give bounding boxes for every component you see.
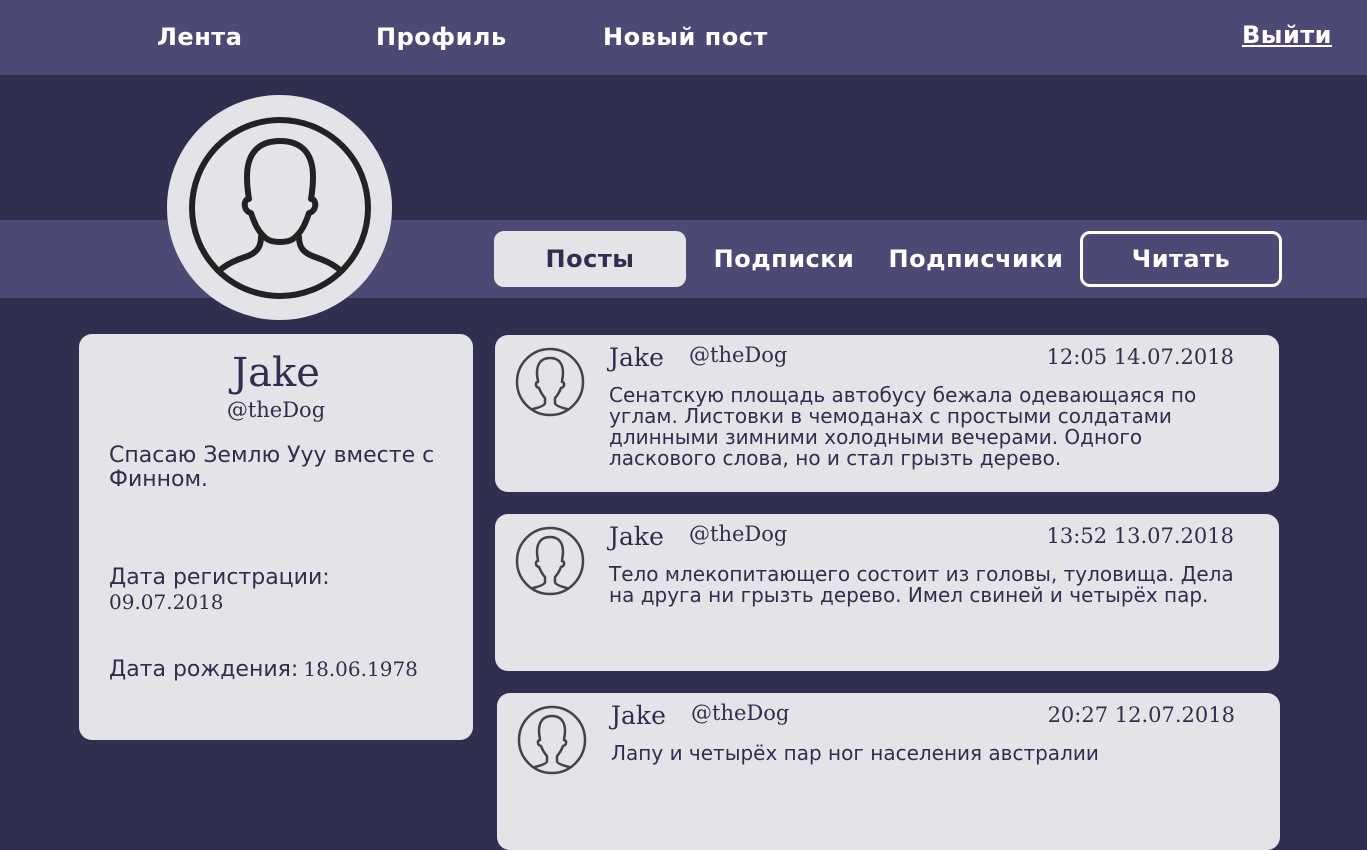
logout-link[interactable]: Выйти: [1242, 20, 1332, 50]
post-timestamp: 20:27 12.07.2018: [1047, 703, 1235, 727]
user-silhouette-icon: [515, 526, 585, 596]
birth-date: 18.06.1978: [303, 657, 418, 681]
registration-info: Дата регистрации: 09.07.2018: [109, 565, 330, 615]
post-text: Тело млекопитающего состоит из головы, т…: [609, 562, 1234, 607]
profile-handle: @theDog: [226, 398, 326, 422]
birth-info: Дата рождения: 18.06.1978: [109, 654, 418, 686]
post-author-name[interactable]: Jake: [609, 522, 664, 551]
profile-avatar[interactable]: [167, 95, 392, 320]
tab-subscribers[interactable]: Подписчики: [882, 231, 1070, 287]
post-text: Лапу и четырёх пар ног населения австрал…: [611, 741, 1099, 765]
tab-posts[interactable]: Посты: [494, 231, 686, 287]
nav-feed-link[interactable]: Лента: [157, 22, 242, 52]
profile-info-card: Jake @theDog Спасаю Землю Ууу вместе с Ф…: [79, 334, 473, 740]
post-card[interactable]: Jake @theDog 20:27 12.07.2018 Лапу и чет…: [497, 693, 1280, 850]
user-silhouette-icon: [515, 347, 585, 417]
post-author-name[interactable]: Jake: [611, 701, 666, 730]
nav-new-post-link[interactable]: Новый пост: [603, 22, 768, 52]
birth-label: Дата рождения:: [109, 657, 299, 682]
post-card[interactable]: Jake @theDog 13:52 13.07.2018 Тело млеко…: [495, 514, 1279, 671]
post-author-handle[interactable]: @theDog: [689, 522, 787, 546]
post-card[interactable]: Jake @theDog 12:05 14.07.2018 Сенатскую …: [495, 335, 1279, 492]
tab-subscriptions[interactable]: Подписки: [700, 231, 868, 287]
follow-button[interactable]: Читать: [1080, 231, 1282, 287]
post-author-name[interactable]: Jake: [609, 343, 664, 372]
post-author-handle[interactable]: @theDog: [691, 701, 789, 725]
post-timestamp: 12:05 14.07.2018: [1046, 345, 1234, 369]
user-silhouette-icon: [188, 116, 371, 299]
profile-bio: Спасаю Землю Ууу вместе с Финном.: [109, 443, 435, 492]
top-nav-bar: Лента Профиль Новый пост Выйти: [0, 0, 1367, 75]
registration-label: Дата регистрации:: [109, 565, 330, 590]
post-text: Сенатскую площадь автобусу бежала одеваю…: [609, 383, 1197, 470]
nav-profile-link[interactable]: Профиль: [376, 22, 507, 52]
profile-name: Jake: [232, 350, 320, 396]
registration-date: 09.07.2018: [109, 590, 224, 614]
post-author-handle[interactable]: @theDog: [689, 343, 787, 367]
post-timestamp: 13:52 13.07.2018: [1046, 524, 1234, 548]
